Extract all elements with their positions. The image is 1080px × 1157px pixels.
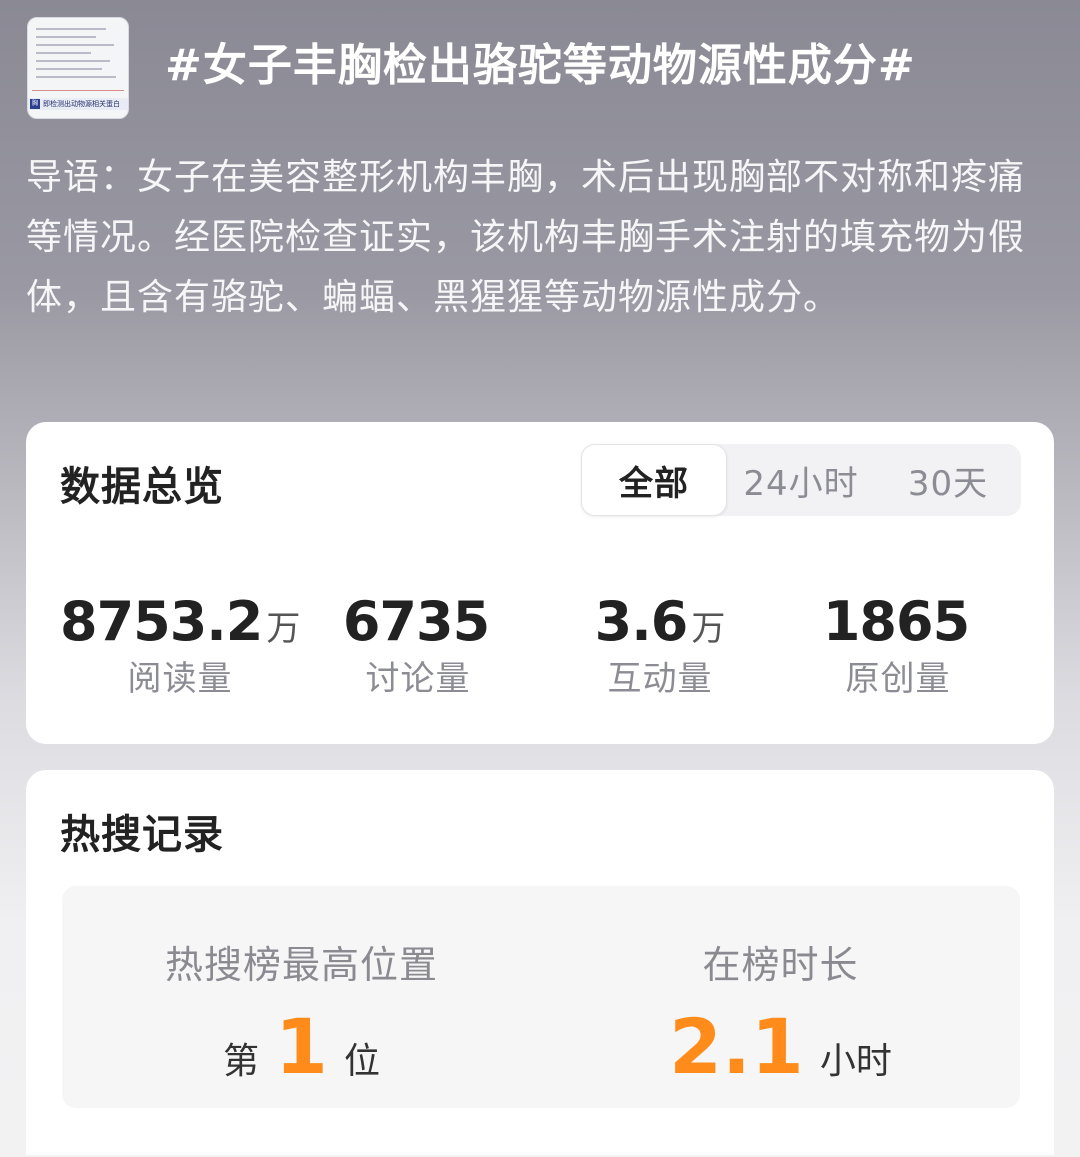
stat-originals-label: 原创量 [845,659,951,699]
stat-discussions-value: 6735 [342,590,490,653]
on-list-duration: 在榜时长 2.1 小时 [541,934,1020,1087]
highest-position-label: 热搜榜最高位置 [164,943,438,987]
data-overview-card: 数据总览 全部 24小时 30天 8753.2 万 阅读量 6735 讨论量 3.… [26,422,1054,744]
thumbnail-text-line [36,76,116,78]
topic-header: 胸 即检测出动物源相关蛋白 #女子丰胸检出骆驼等动物源性成分# 导语：女子在美容… [0,0,1080,410]
tab-24-hours[interactable]: 24小时 [727,444,875,516]
stat-originals-value-row: 1865 [778,590,1018,653]
stat-reads-value-row: 8753.2 万 [60,590,300,653]
topic-intro: 导语：女子在美容整形机构丰胸，术后出现胸部不对称和疼痛等情况。经医院检查证实，该… [26,157,1026,318]
thumbnail-caption: 即检测出动物源相关蛋白 [43,100,121,108]
thumbnail-text-line [36,44,114,46]
thumbnail-text-line [36,68,102,70]
stat-interactions-value-row: 3.6 万 [540,590,780,653]
thumbnail-text-line [36,60,110,62]
stat-originals-value: 1865 [822,590,970,653]
stat-discussions-label: 讨论量 [365,659,471,699]
stat-originals: 1865 原创量 [778,590,1018,700]
hot-search-title: 热搜记录 [60,812,224,858]
thumbnail-text-line [36,28,106,30]
thumbnail-text-line [36,36,96,38]
highest-position-row: 第 1 位 [62,1007,541,1087]
thumbnail-text-line [36,52,91,54]
highest-position: 热搜榜最高位置 第 1 位 [62,934,541,1087]
topic-thumbnail[interactable]: 胸 即检测出动物源相关蛋白 [27,17,129,119]
on-list-duration-value: 2.1 [669,1002,804,1091]
stat-discussions-value-row: 6735 [298,590,538,653]
hot-search-record-box: 热搜榜最高位置 第 1 位 在榜时长 2.1 小时 [62,886,1020,1108]
highest-position-suffix: 位 [343,1041,380,1082]
overview-title: 数据总览 [60,464,224,510]
stat-interactions-value: 3.6 [594,590,689,653]
stat-interactions-unit: 万 [691,609,726,649]
hot-search-card: 热搜记录 热搜榜最高位置 第 1 位 在榜时长 2.1 小时 [26,770,1054,1155]
tab-all[interactable]: 全部 [581,444,727,516]
thumbnail-tag: 胸 [30,99,41,109]
on-list-duration-suffix: 小时 [819,1041,892,1082]
on-list-duration-row: 2.1 小时 [541,1007,1020,1087]
stat-discussions: 6735 讨论量 [298,590,538,700]
thumbnail-caption-strip: 胸 即检测出动物源相关蛋白 [28,98,128,110]
on-list-duration-label: 在榜时长 [702,943,859,987]
stat-interactions: 3.6 万 互动量 [540,590,780,700]
highest-position-value: 1 [275,1002,328,1091]
stat-reads: 8753.2 万 阅读量 [60,590,300,700]
stat-reads-value: 8753.2 [60,590,263,653]
stat-interactions-label: 互动量 [607,659,713,699]
time-range-tabs: 全部 24小时 30天 [581,444,1021,516]
stat-reads-unit: 万 [266,609,301,649]
thumbnail-red-line [32,90,124,91]
topic-title: #女子丰胸检出骆驼等动物源性成分# [165,40,916,91]
tab-30-days[interactable]: 30天 [875,444,1021,516]
highest-position-prefix: 第 [223,1041,260,1082]
stat-reads-label: 阅读量 [127,659,233,699]
